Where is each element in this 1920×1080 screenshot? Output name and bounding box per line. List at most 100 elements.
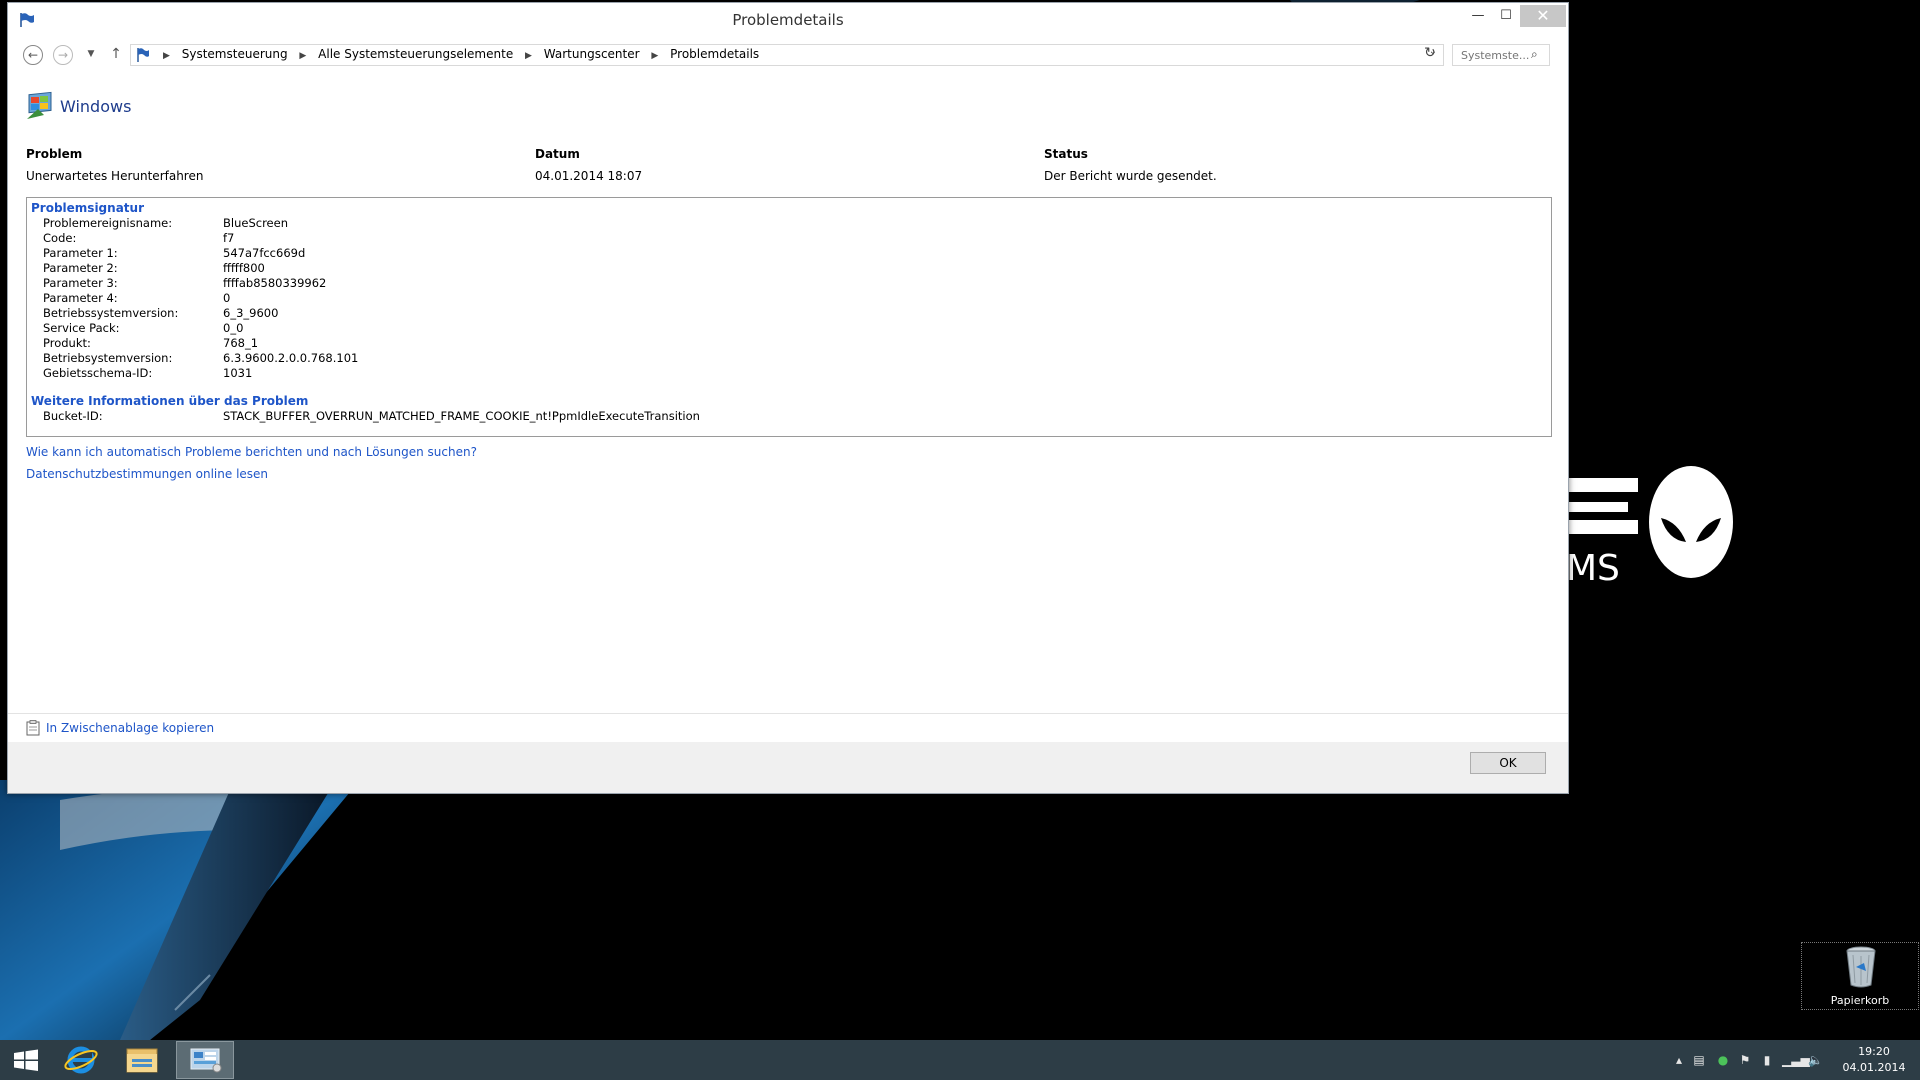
signature-value: 768_1 (223, 336, 259, 350)
signature-row: Gebietsschema-ID: 1031 (43, 366, 1543, 381)
breadcrumb-item-wartungscenter[interactable]: Wartungscenter (544, 47, 640, 61)
clock-date: 04.01.2014 (1842, 1061, 1906, 1074)
signature-value: 6_3_9600 (223, 306, 279, 320)
folder-icon (126, 1048, 158, 1073)
action-center-flag-icon[interactable]: ⚑ (1738, 1053, 1752, 1067)
volume-icon[interactable]: 🔈 (1808, 1053, 1823, 1067)
address-bar[interactable]: ▶ Systemsteuerung ▶ Alle Systemsteuerung… (130, 44, 1444, 66)
search-box[interactable]: ⌕ (1452, 44, 1550, 66)
internet-explorer-button[interactable] (54, 1042, 108, 1078)
security-tray-icon[interactable]: ● (1716, 1053, 1730, 1067)
network-signal-icon[interactable]: ▁▃▅ (1782, 1053, 1810, 1067)
chevron-right-icon[interactable]: ▶ (525, 51, 532, 61)
problem-value: Unerwartetes Herunterfahren (26, 169, 204, 183)
signature-row: Parameter 1: 547a7fcc669d (43, 246, 1543, 261)
signature-label: Produkt: (43, 336, 91, 350)
internet-explorer-icon (64, 1046, 98, 1074)
problem-details-window: Problemdetails — ☐ ✕ ← → ▼ ↑ ▶ Systemste… (7, 2, 1569, 794)
recycle-bin-label: Papierkorb (1830, 994, 1890, 1007)
breadcrumb-item-systemsteuerung[interactable]: Systemsteuerung (182, 47, 288, 61)
forward-button[interactable]: → (53, 45, 73, 65)
date-value: 04.01.2014 18:07 (535, 169, 643, 183)
maximize-button[interactable]: ☐ (1492, 5, 1520, 27)
signature-label: Problemereignisname: (43, 216, 173, 230)
close-button[interactable]: ✕ (1520, 5, 1566, 27)
chevron-right-icon[interactable]: ▶ (651, 51, 658, 61)
status-header: Status (1044, 147, 1088, 161)
control-panel-taskbar-button[interactable] (176, 1041, 234, 1079)
taskbar: ▴ ▤ ● ⚑ ▮ ▁▃▅ 🔈 19:20 04.01.2014 (0, 1040, 1920, 1080)
search-input[interactable] (1453, 45, 1535, 64)
product-name: Windows (60, 97, 132, 116)
copy-to-clipboard-link[interactable]: In Zwischenablage kopieren (46, 721, 214, 735)
bucket-label: Bucket-ID: (43, 409, 103, 423)
control-panel-icon (190, 1048, 222, 1073)
signature-label: Parameter 3: (43, 276, 118, 290)
clock-time: 19:20 (1858, 1045, 1890, 1058)
bucket-row: Bucket-ID: STACK_BUFFER_OVERRUN_MATCHED_… (43, 409, 1543, 424)
recycle-bin-icon (1846, 946, 1876, 988)
signature-label: Parameter 2: (43, 261, 118, 275)
navigation-bar: ← → ▼ ↑ ▶ Systemsteuerung ▶ Alle Systems… (8, 39, 1568, 69)
chevron-right-icon[interactable]: ▶ (299, 51, 306, 61)
signature-row: Produkt: 768_1 (43, 336, 1543, 351)
signature-label: Service Pack: (43, 321, 120, 335)
windows-start-icon (14, 1049, 38, 1071)
signature-row: Betriebsystemversion: 6.3.9600.2.0.0.768… (43, 351, 1543, 366)
back-button[interactable]: ← (23, 45, 43, 65)
alienware-logo: MS (1568, 466, 1733, 589)
start-button[interactable] (0, 1042, 54, 1078)
signature-label: Parameter 4: (43, 291, 118, 305)
bucket-value: STACK_BUFFER_OVERRUN_MATCHED_FRAME_COOKI… (223, 409, 700, 423)
signature-row: Parameter 4: 0 (43, 291, 1543, 306)
problem-signature-box: Problemsignatur Problemereignisname: Blu… (26, 197, 1552, 437)
title-bar: Problemdetails — ☐ ✕ (8, 3, 1568, 35)
arrow-up-icon: ↑ (110, 46, 122, 62)
clipboard-icon (26, 720, 40, 736)
breadcrumb-item-problemdetails[interactable]: Problemdetails (670, 47, 759, 61)
copy-bar: In Zwischenablage kopieren (8, 713, 1568, 743)
arrow-right-icon: → (57, 48, 69, 62)
breadcrumb: ▶ Systemsteuerung ▶ Alle Systemsteuerung… (155, 47, 759, 61)
signature-row: Code: f7 (43, 231, 1543, 246)
svg-text:MS: MS (1568, 548, 1620, 589)
chevron-right-icon: ▶ (163, 51, 170, 61)
breadcrumb-item-alle-elemente[interactable]: Alle Systemsteuerungselemente (318, 47, 513, 61)
signature-label: Parameter 1: (43, 246, 118, 260)
up-button[interactable]: ↑ (105, 43, 127, 65)
battery-icon[interactable]: ▮ (1760, 1053, 1774, 1067)
signature-value: 0 (223, 291, 231, 305)
file-explorer-button[interactable] (116, 1042, 170, 1078)
signature-row: Parameter 3: ffffab8580339962 (43, 276, 1543, 291)
chevron-up-icon: ▴ (1675, 1053, 1683, 1067)
recent-locations-button[interactable]: ▼ (80, 43, 102, 65)
signature-label: Betriebssystemversion: (43, 306, 179, 320)
signature-value: 0_0 (223, 321, 244, 335)
window-title: Problemdetails (732, 11, 844, 29)
refresh-button[interactable]: ↻ (1420, 45, 1440, 65)
more-info-title: Weitere Informationen über das Problem (31, 394, 309, 408)
recycle-bin[interactable]: Papierkorb (1801, 942, 1919, 1010)
show-hidden-icons-button[interactable]: ▴ (1672, 1053, 1686, 1067)
date-header: Datum (535, 147, 580, 161)
taskbar-clock[interactable]: 19:20 04.01.2014 (1836, 1044, 1912, 1076)
problem-signature-title: Problemsignatur (31, 201, 144, 215)
signature-row: Betriebssystemversion: 6_3_9600 (43, 306, 1543, 321)
minimize-button[interactable]: — (1464, 5, 1492, 27)
signature-value: 6.3.9600.2.0.0.768.101 (223, 351, 359, 365)
signature-value: ffffab8580339962 (223, 276, 327, 290)
flag-icon (137, 48, 149, 62)
keyboard-tray-icon[interactable]: ▤ (1692, 1053, 1706, 1067)
chevron-down-icon: ▼ (87, 49, 95, 59)
signature-value: 1031 (223, 366, 253, 380)
system-tray: ▴ ▤ ● ⚑ ▮ ▁▃▅ 🔈 (1664, 1040, 1844, 1080)
signature-label: Gebietsschema-ID: (43, 366, 153, 380)
ok-button[interactable]: OK (1470, 752, 1546, 774)
signature-value: f7 (223, 231, 235, 245)
auto-report-link[interactable]: Wie kann ich automatisch Probleme berich… (26, 445, 477, 459)
refresh-icon: ↻ (1424, 45, 1436, 61)
privacy-link[interactable]: Datenschutzbestimmungen online lesen (26, 467, 268, 481)
signature-row: Service Pack: 0_0 (43, 321, 1543, 336)
dialog-footer: OK (8, 742, 1568, 793)
search-icon[interactable]: ⌕ (1531, 47, 1538, 62)
